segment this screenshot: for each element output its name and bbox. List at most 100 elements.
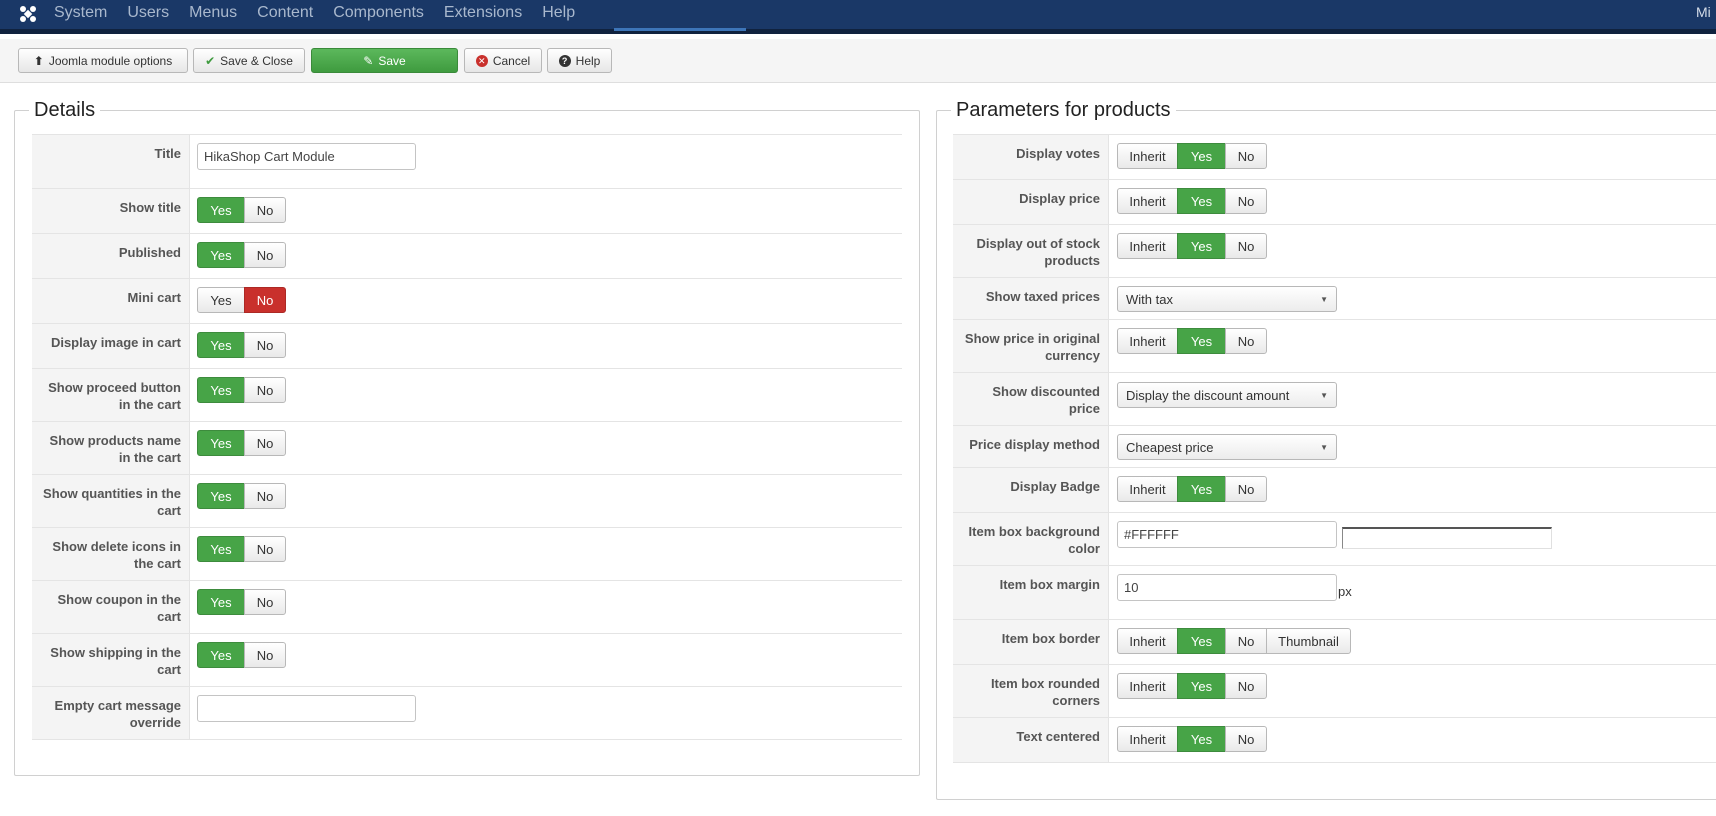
quantities-yes[interactable]: Yes [197,483,245,509]
menu-extensions[interactable]: Extensions [444,4,522,22]
upload-icon: ⬆ [33,53,44,68]
display-out-of-stock-toggle: Inherit Yes No [1117,233,1267,259]
rounded-corners-yes[interactable]: Yes [1177,673,1226,699]
item-border-thumbnail[interactable]: Thumbnail [1266,628,1351,654]
text-centered-label: Text centered [953,718,1109,762]
rounded-corners-label: Item box rounded corners [953,665,1109,717]
item-border-label: Item box border [953,620,1109,664]
shipping-no[interactable]: No [244,642,286,668]
rounded-corners-toggle: Inherit Yes No [1117,673,1267,699]
row-display-price: Display price Inherit Yes No [953,180,1716,225]
menu-system[interactable]: System [54,4,107,22]
proceed-button-no[interactable]: No [244,377,286,403]
published-label: Published [32,234,190,278]
bg-color-input[interactable]: #FFFFFF [1117,521,1337,548]
color-picker-swatch[interactable] [1342,527,1552,549]
price-display-method-select[interactable]: Cheapest price ▼ [1117,434,1337,460]
display-badge-inherit[interactable]: Inherit [1117,476,1178,502]
display-votes-no[interactable]: No [1225,143,1267,169]
original-currency-no[interactable]: No [1225,328,1267,354]
mini-cart-yes[interactable]: Yes [197,287,245,313]
original-currency-label: Show price in original currency [953,320,1109,372]
display-badge-no[interactable]: No [1225,476,1267,502]
empty-cart-message-input[interactable] [197,695,416,722]
module-options-label: Joomla module options [48,53,173,68]
display-out-of-stock-inherit[interactable]: Inherit [1117,233,1178,259]
text-centered-inherit[interactable]: Inherit [1117,726,1178,752]
display-badge-yes[interactable]: Yes [1177,476,1226,502]
original-currency-inherit[interactable]: Inherit [1117,328,1178,354]
row-price-display-method: Price display method Cheapest price ▼ [953,426,1716,468]
display-votes-toggle: Inherit Yes No [1117,143,1267,169]
item-border-yes[interactable]: Yes [1177,628,1226,654]
help-button[interactable]: ? Help [547,48,612,73]
display-image-no[interactable]: No [244,332,286,358]
item-margin-unit: px [1338,584,1352,599]
rounded-corners-no[interactable]: No [1225,673,1267,699]
menu-users[interactable]: Users [127,4,169,22]
row-item-margin: Item box margin 10 px [953,566,1716,620]
details-table: Title HikaShop Cart Module Show title Ye… [32,134,902,740]
proceed-button-yes[interactable]: Yes [197,377,245,403]
display-votes-yes[interactable]: Yes [1177,143,1226,169]
menu-content[interactable]: Content [257,4,313,22]
display-price-inherit[interactable]: Inherit [1117,188,1178,214]
discounted-price-value: Display the discount amount [1126,387,1290,403]
display-price-label: Display price [953,180,1109,224]
display-image-yes[interactable]: Yes [197,332,245,358]
rounded-corners-inherit[interactable]: Inherit [1117,673,1178,699]
discounted-price-select[interactable]: Display the discount amount ▼ [1117,382,1337,408]
mini-cart-no[interactable]: No [244,287,286,313]
delete-icons-no[interactable]: No [244,536,286,562]
item-border-inherit[interactable]: Inherit [1117,628,1178,654]
display-votes-label: Display votes [953,135,1109,179]
display-out-of-stock-yes[interactable]: Yes [1177,233,1226,259]
taxed-prices-label: Show taxed prices [953,278,1109,319]
delete-icons-toggle: Yes No [197,536,286,562]
text-centered-yes[interactable]: Yes [1177,726,1226,752]
check-icon: ✔ [205,53,216,68]
loading-bar [614,28,746,31]
proceed-button-label: Show proceed button in the cart [32,369,190,421]
published-no[interactable]: No [244,242,286,268]
display-price-no[interactable]: No [1225,188,1267,214]
quantities-no[interactable]: No [244,483,286,509]
row-title: Title HikaShop Cart Module [32,135,902,189]
item-margin-input[interactable]: 10 [1117,574,1337,601]
help-label: Help [575,53,601,68]
cancel-button[interactable]: ✕ Cancel [464,48,542,73]
title-input[interactable]: HikaShop Cart Module [197,143,416,170]
display-out-of-stock-no[interactable]: No [1225,233,1267,259]
coupon-no[interactable]: No [244,589,286,615]
products-name-no[interactable]: No [244,430,286,456]
save-button[interactable]: ✎ Save [311,48,458,73]
show-title-yes[interactable]: Yes [197,197,245,223]
menu-menus[interactable]: Menus [189,4,237,22]
display-image-toggle: Yes No [197,332,286,358]
menu-components[interactable]: Components [333,4,424,22]
display-votes-inherit[interactable]: Inherit [1117,143,1178,169]
item-border-no[interactable]: No [1225,628,1267,654]
row-empty-cart-message: Empty cart message override [32,687,902,740]
delete-icons-yes[interactable]: Yes [197,536,245,562]
user-menu[interactable]: Mi [1696,4,1716,20]
original-currency-yes[interactable]: Yes [1177,328,1226,354]
taxed-prices-select[interactable]: With tax ▼ [1117,286,1337,312]
products-name-yes[interactable]: Yes [197,430,245,456]
display-price-yes[interactable]: Yes [1177,188,1226,214]
module-options-button[interactable]: ⬆ Joomla module options [18,48,188,73]
text-centered-no[interactable]: No [1225,726,1267,752]
joomla-logo-icon[interactable] [18,4,38,24]
show-title-no[interactable]: No [244,197,286,223]
row-discounted-price: Show discounted price Display the discou… [953,373,1716,426]
row-published: Published Yes No [32,234,902,279]
item-margin-label: Item box margin [953,566,1109,619]
shipping-yes[interactable]: Yes [197,642,245,668]
coupon-yes[interactable]: Yes [197,589,245,615]
edit-icon: ✎ [363,53,374,68]
show-title-label: Show title [32,189,190,233]
menu-help[interactable]: Help [542,4,575,22]
published-yes[interactable]: Yes [197,242,245,268]
save-close-button[interactable]: ✔ Save & Close [193,48,305,73]
original-currency-toggle: Inherit Yes No [1117,328,1267,354]
